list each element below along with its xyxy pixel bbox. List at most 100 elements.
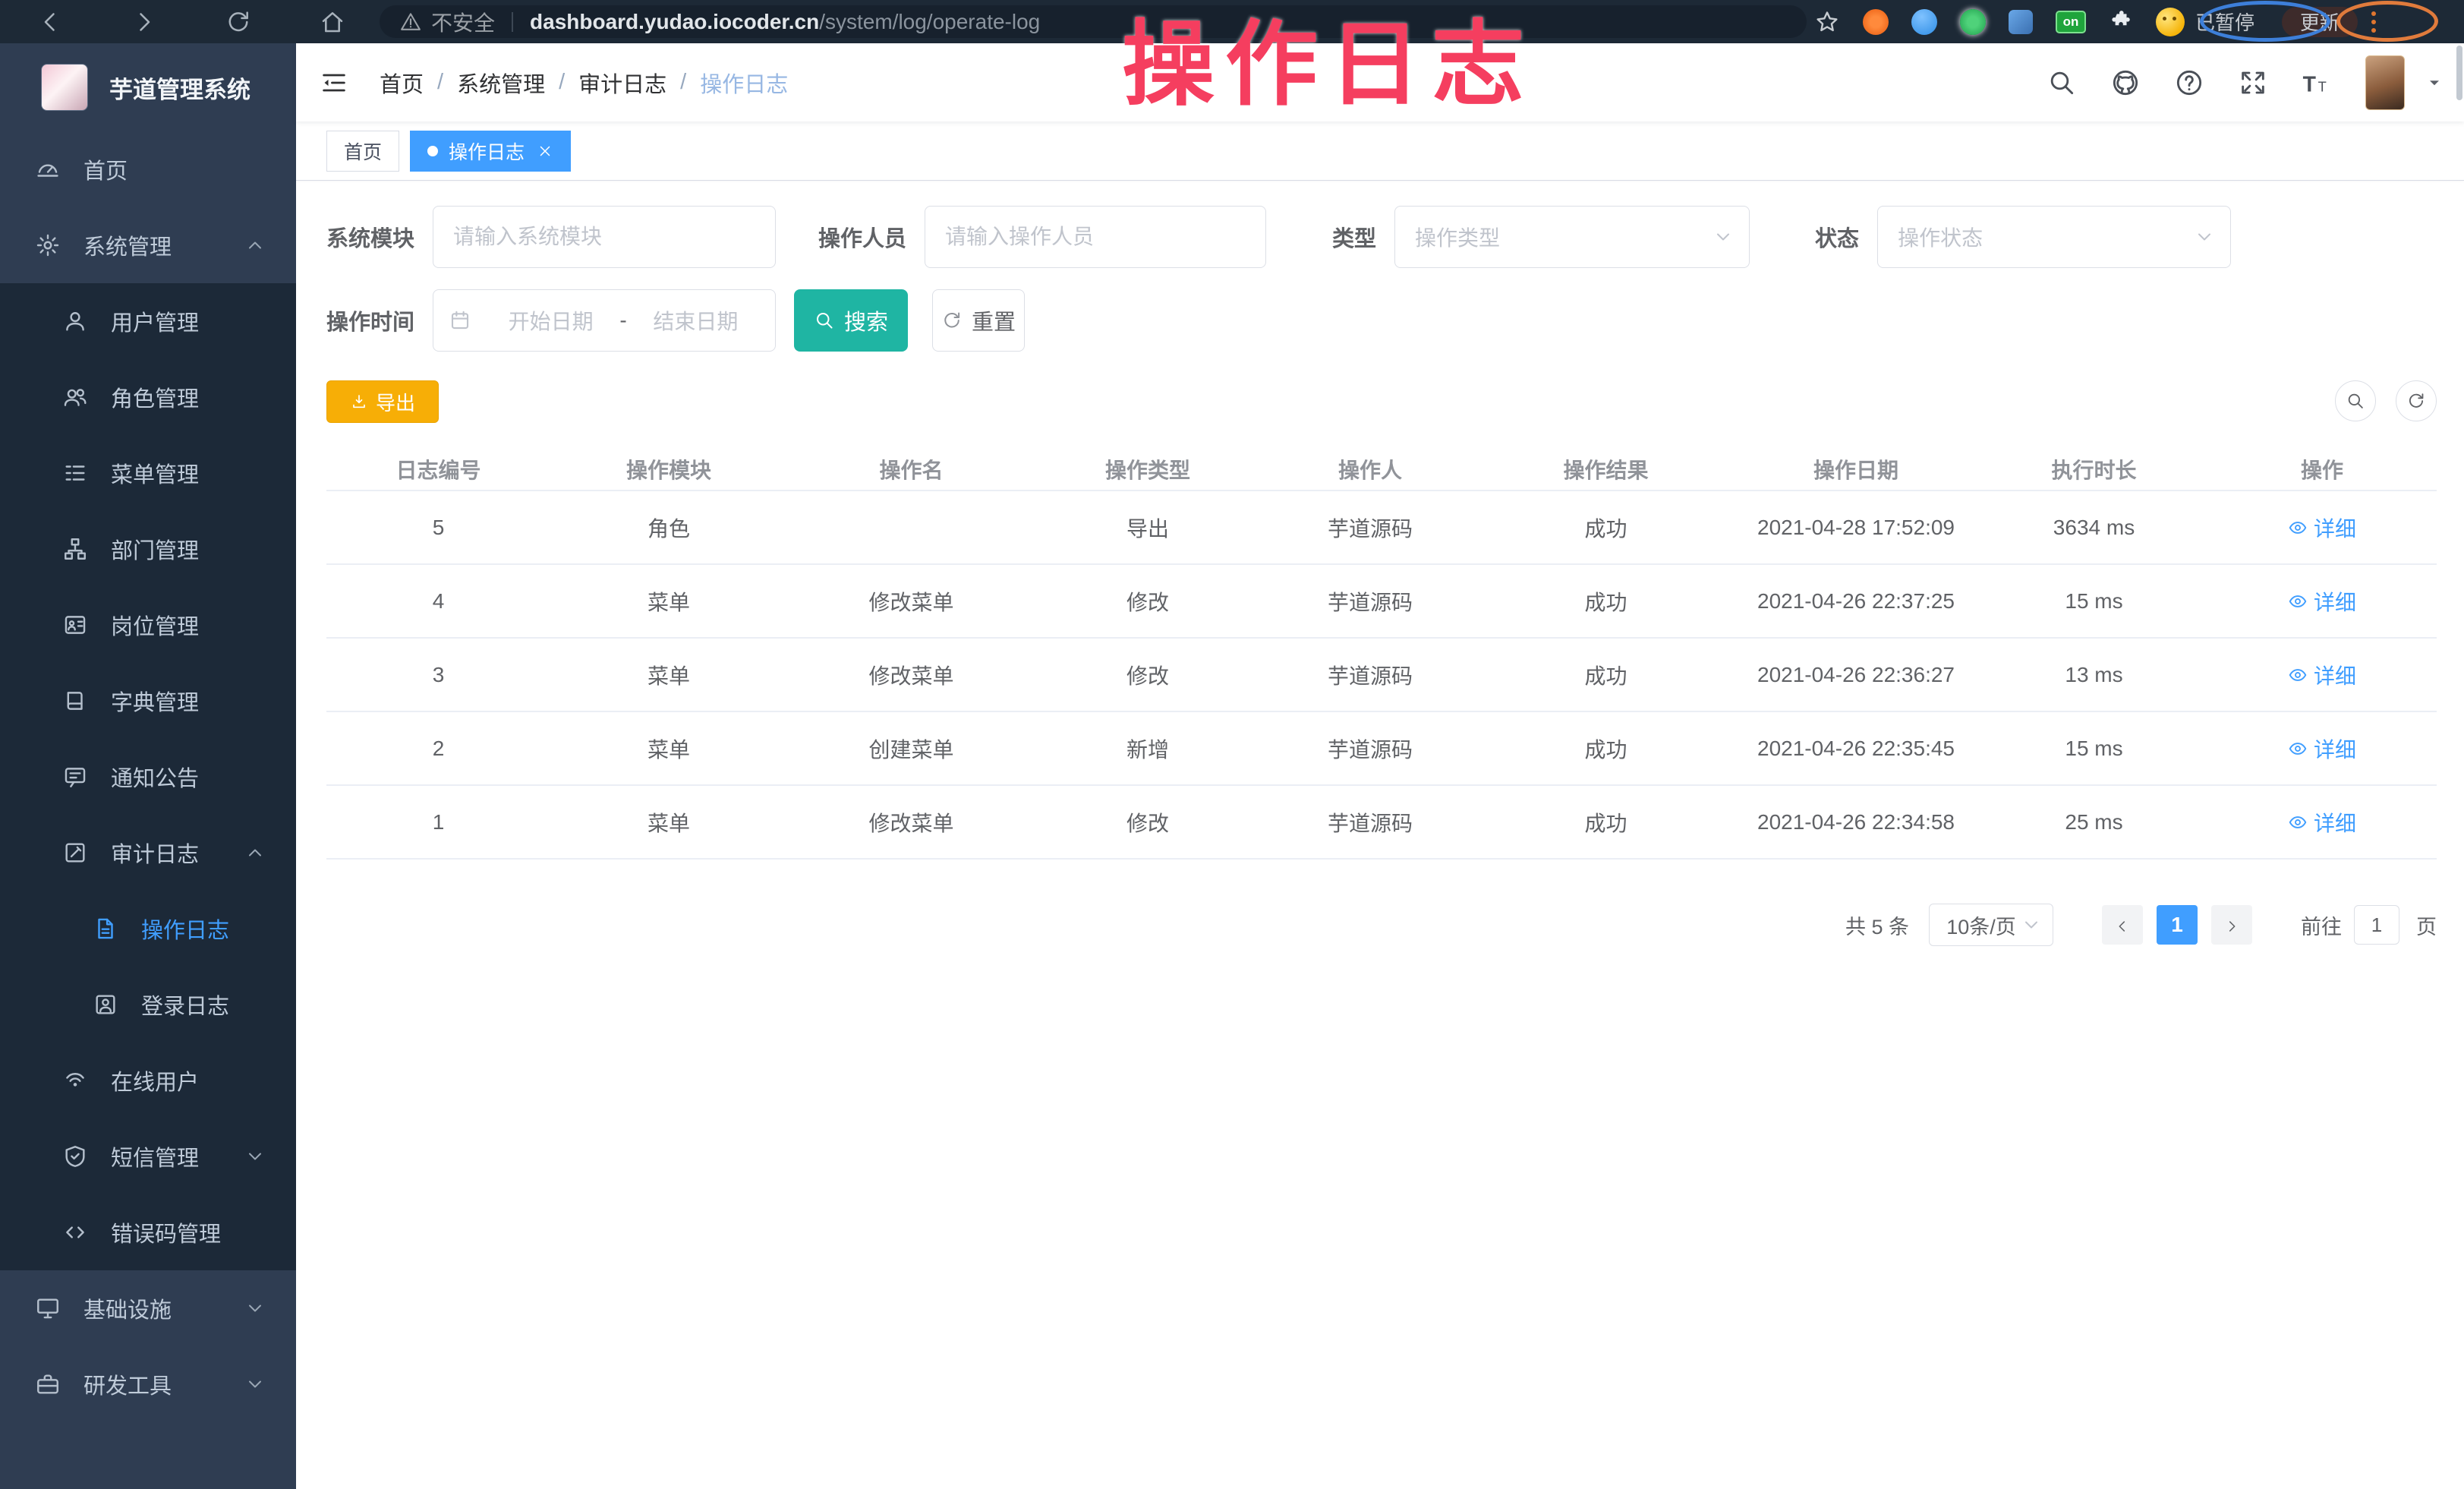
breadcrumb-item[interactable]: 审计日志	[578, 67, 666, 99]
current-page-button[interactable]: 1	[2157, 905, 2198, 945]
operator-input[interactable]	[945, 225, 1246, 249]
sidebar-item-label: 错误码管理	[111, 1216, 221, 1248]
extension-icon[interactable]	[1960, 9, 1986, 35]
start-date-placeholder[interactable]: 开始日期	[487, 305, 615, 336]
help-icon[interactable]	[2174, 68, 2204, 98]
prev-page-button[interactable]	[2102, 905, 2143, 945]
search-button[interactable]: 搜索	[794, 289, 908, 352]
user-avatar[interactable]	[2365, 55, 2405, 110]
app-navbar: 首页 / 系统管理 / 审计日志 / 操作日志 TT	[296, 43, 2464, 121]
table-row[interactable]: 4 菜单 修改菜单 修改 芋道源码 成功 2021-04-26 22:37:25…	[326, 565, 2437, 639]
sidebar-item-login-log[interactable]: 登录日志	[0, 967, 296, 1043]
eye-icon	[2288, 812, 2308, 832]
goto-page-input[interactable]	[2354, 905, 2399, 945]
sidebar-item-online-users[interactable]: 在线用户	[0, 1043, 296, 1118]
cell-duration: 25 ms	[1980, 810, 2207, 834]
refresh-table-button[interactable]	[2396, 380, 2437, 421]
next-page-button[interactable]	[2211, 905, 2252, 945]
browser-home-icon[interactable]	[319, 8, 346, 36]
doc-log-icon	[93, 916, 118, 942]
users-icon	[62, 384, 88, 410]
sidebar-item-audit-log[interactable]: 审计日志	[0, 815, 296, 891]
sidebar-item-infrastructure[interactable]: 基础设施	[0, 1270, 296, 1346]
sidebar-item-label: 菜单管理	[111, 457, 199, 489]
audit-icon	[62, 840, 88, 866]
cell-type: 新增	[1035, 733, 1260, 764]
type-select[interactable]: 操作类型	[1394, 206, 1750, 268]
detail-link[interactable]: 详细	[2288, 513, 2356, 543]
sidebar-item-operate-log[interactable]: 操作日志	[0, 891, 296, 967]
sidebar-item-posts[interactable]: 岗位管理	[0, 587, 296, 663]
close-icon[interactable]	[537, 143, 553, 159]
caret-down-icon[interactable]	[2425, 73, 2444, 93]
sidebar-item-announcements[interactable]: 通知公告	[0, 739, 296, 815]
show-search-button[interactable]	[2335, 380, 2376, 421]
browser-back-icon[interactable]	[36, 8, 64, 36]
table-row[interactable]: 2 菜单 创建菜单 新增 芋道源码 成功 2021-04-26 22:35:45…	[326, 712, 2437, 786]
github-icon[interactable]	[2110, 68, 2141, 98]
col-header: 日志编号	[326, 454, 550, 484]
sidebar-item-system[interactable]: 系统管理	[0, 207, 296, 283]
cell-module: 菜单	[550, 733, 787, 764]
sidebar-fold-icon[interactable]	[319, 68, 349, 98]
sidebar-item-departments[interactable]: 部门管理	[0, 511, 296, 587]
sidebar-item-home[interactable]: 首页	[0, 131, 296, 207]
download-icon	[350, 393, 368, 411]
date-range-picker[interactable]: 开始日期 - 结束日期	[433, 289, 776, 352]
update-button[interactable]: 更新	[2282, 7, 2358, 37]
sidebar-item-users[interactable]: 用户管理	[0, 283, 296, 359]
extension-icon[interactable]	[2009, 10, 2033, 34]
table-row[interactable]: 1 菜单 修改菜单 修改 芋道源码 成功 2021-04-26 22:34:58…	[326, 786, 2437, 860]
module-input[interactable]	[453, 225, 755, 249]
table-row[interactable]: 3 菜单 修改菜单 修改 芋道源码 成功 2021-04-26 22:36:27…	[326, 639, 2437, 712]
sidebar-logo-row[interactable]: 芋道管理系统	[0, 43, 296, 131]
status-select[interactable]: 操作状态	[1877, 206, 2231, 268]
breadcrumb-item[interactable]: 首页	[380, 67, 424, 99]
extensions-puzzle-icon[interactable]	[2107, 9, 2133, 35]
address-bar[interactable]: 不安全 dashboard.yudao.iocoder.cn/system/lo…	[380, 5, 1807, 38]
sidebar-item-menus[interactable]: 菜单管理	[0, 435, 296, 511]
sidebar-item-roles[interactable]: 角色管理	[0, 359, 296, 435]
table-row[interactable]: 5 角色 导出 芋道源码 成功 2021-04-28 17:52:09 3634…	[326, 491, 2437, 565]
cell-name: 修改菜单	[787, 586, 1035, 617]
bookmark-star-icon[interactable]	[1814, 9, 1840, 35]
security-label[interactable]: 不安全	[431, 7, 495, 37]
time-label: 操作时间	[326, 304, 414, 336]
extension-icon[interactable]	[1863, 9, 1889, 35]
goto-label: 前往	[2301, 910, 2342, 940]
fullscreen-icon[interactable]	[2238, 68, 2268, 98]
cell-module: 菜单	[550, 807, 787, 838]
browser-forward-icon[interactable]	[131, 8, 158, 36]
detail-link[interactable]: 详细	[2288, 733, 2356, 764]
sidebar-item-error-codes[interactable]: 错误码管理	[0, 1194, 296, 1270]
sidebar-item-dictionary[interactable]: 字典管理	[0, 663, 296, 739]
sync-paused-label[interactable]: 已暂停	[2195, 8, 2254, 36]
cell-name: 创建菜单	[787, 733, 1035, 764]
browser-profile-avatar[interactable]	[2156, 8, 2185, 36]
page-size-select[interactable]: 10条/页	[1929, 904, 2053, 946]
sidebar-item-label: 通知公告	[111, 761, 199, 793]
status-label: 状态	[1815, 221, 1859, 253]
insecure-warning-icon	[399, 11, 422, 33]
sidebar-item-sms[interactable]: 短信管理	[0, 1118, 296, 1194]
browser-reload-icon[interactable]	[225, 8, 252, 36]
tag-home[interactable]: 首页	[326, 131, 399, 172]
extension-on-badge[interactable]: on	[2056, 11, 2086, 33]
search-icon[interactable]	[2047, 68, 2077, 98]
extension-icon[interactable]	[1911, 9, 1937, 35]
cell-date: 2021-04-26 22:37:25	[1731, 589, 1980, 614]
cell-type: 导出	[1035, 513, 1260, 543]
breadcrumb-item[interactable]: 系统管理	[457, 67, 545, 99]
reset-button[interactable]: 重置	[932, 289, 1025, 352]
font-size-icon[interactable]: TT	[2302, 68, 2332, 98]
tag-operate-log[interactable]: 操作日志	[410, 131, 571, 172]
detail-link[interactable]: 详细	[2288, 586, 2356, 617]
scrollbar-thumb[interactable]	[2456, 46, 2462, 100]
export-button[interactable]: 导出	[326, 380, 439, 423]
sidebar-item-dev-tools[interactable]: 研发工具	[0, 1346, 296, 1422]
detail-link[interactable]: 详细	[2288, 807, 2356, 838]
refresh-icon	[2406, 391, 2426, 411]
detail-link[interactable]: 详细	[2288, 660, 2356, 690]
end-date-placeholder[interactable]: 结束日期	[632, 305, 760, 336]
browser-menu-kebab-icon[interactable]	[2371, 11, 2376, 33]
